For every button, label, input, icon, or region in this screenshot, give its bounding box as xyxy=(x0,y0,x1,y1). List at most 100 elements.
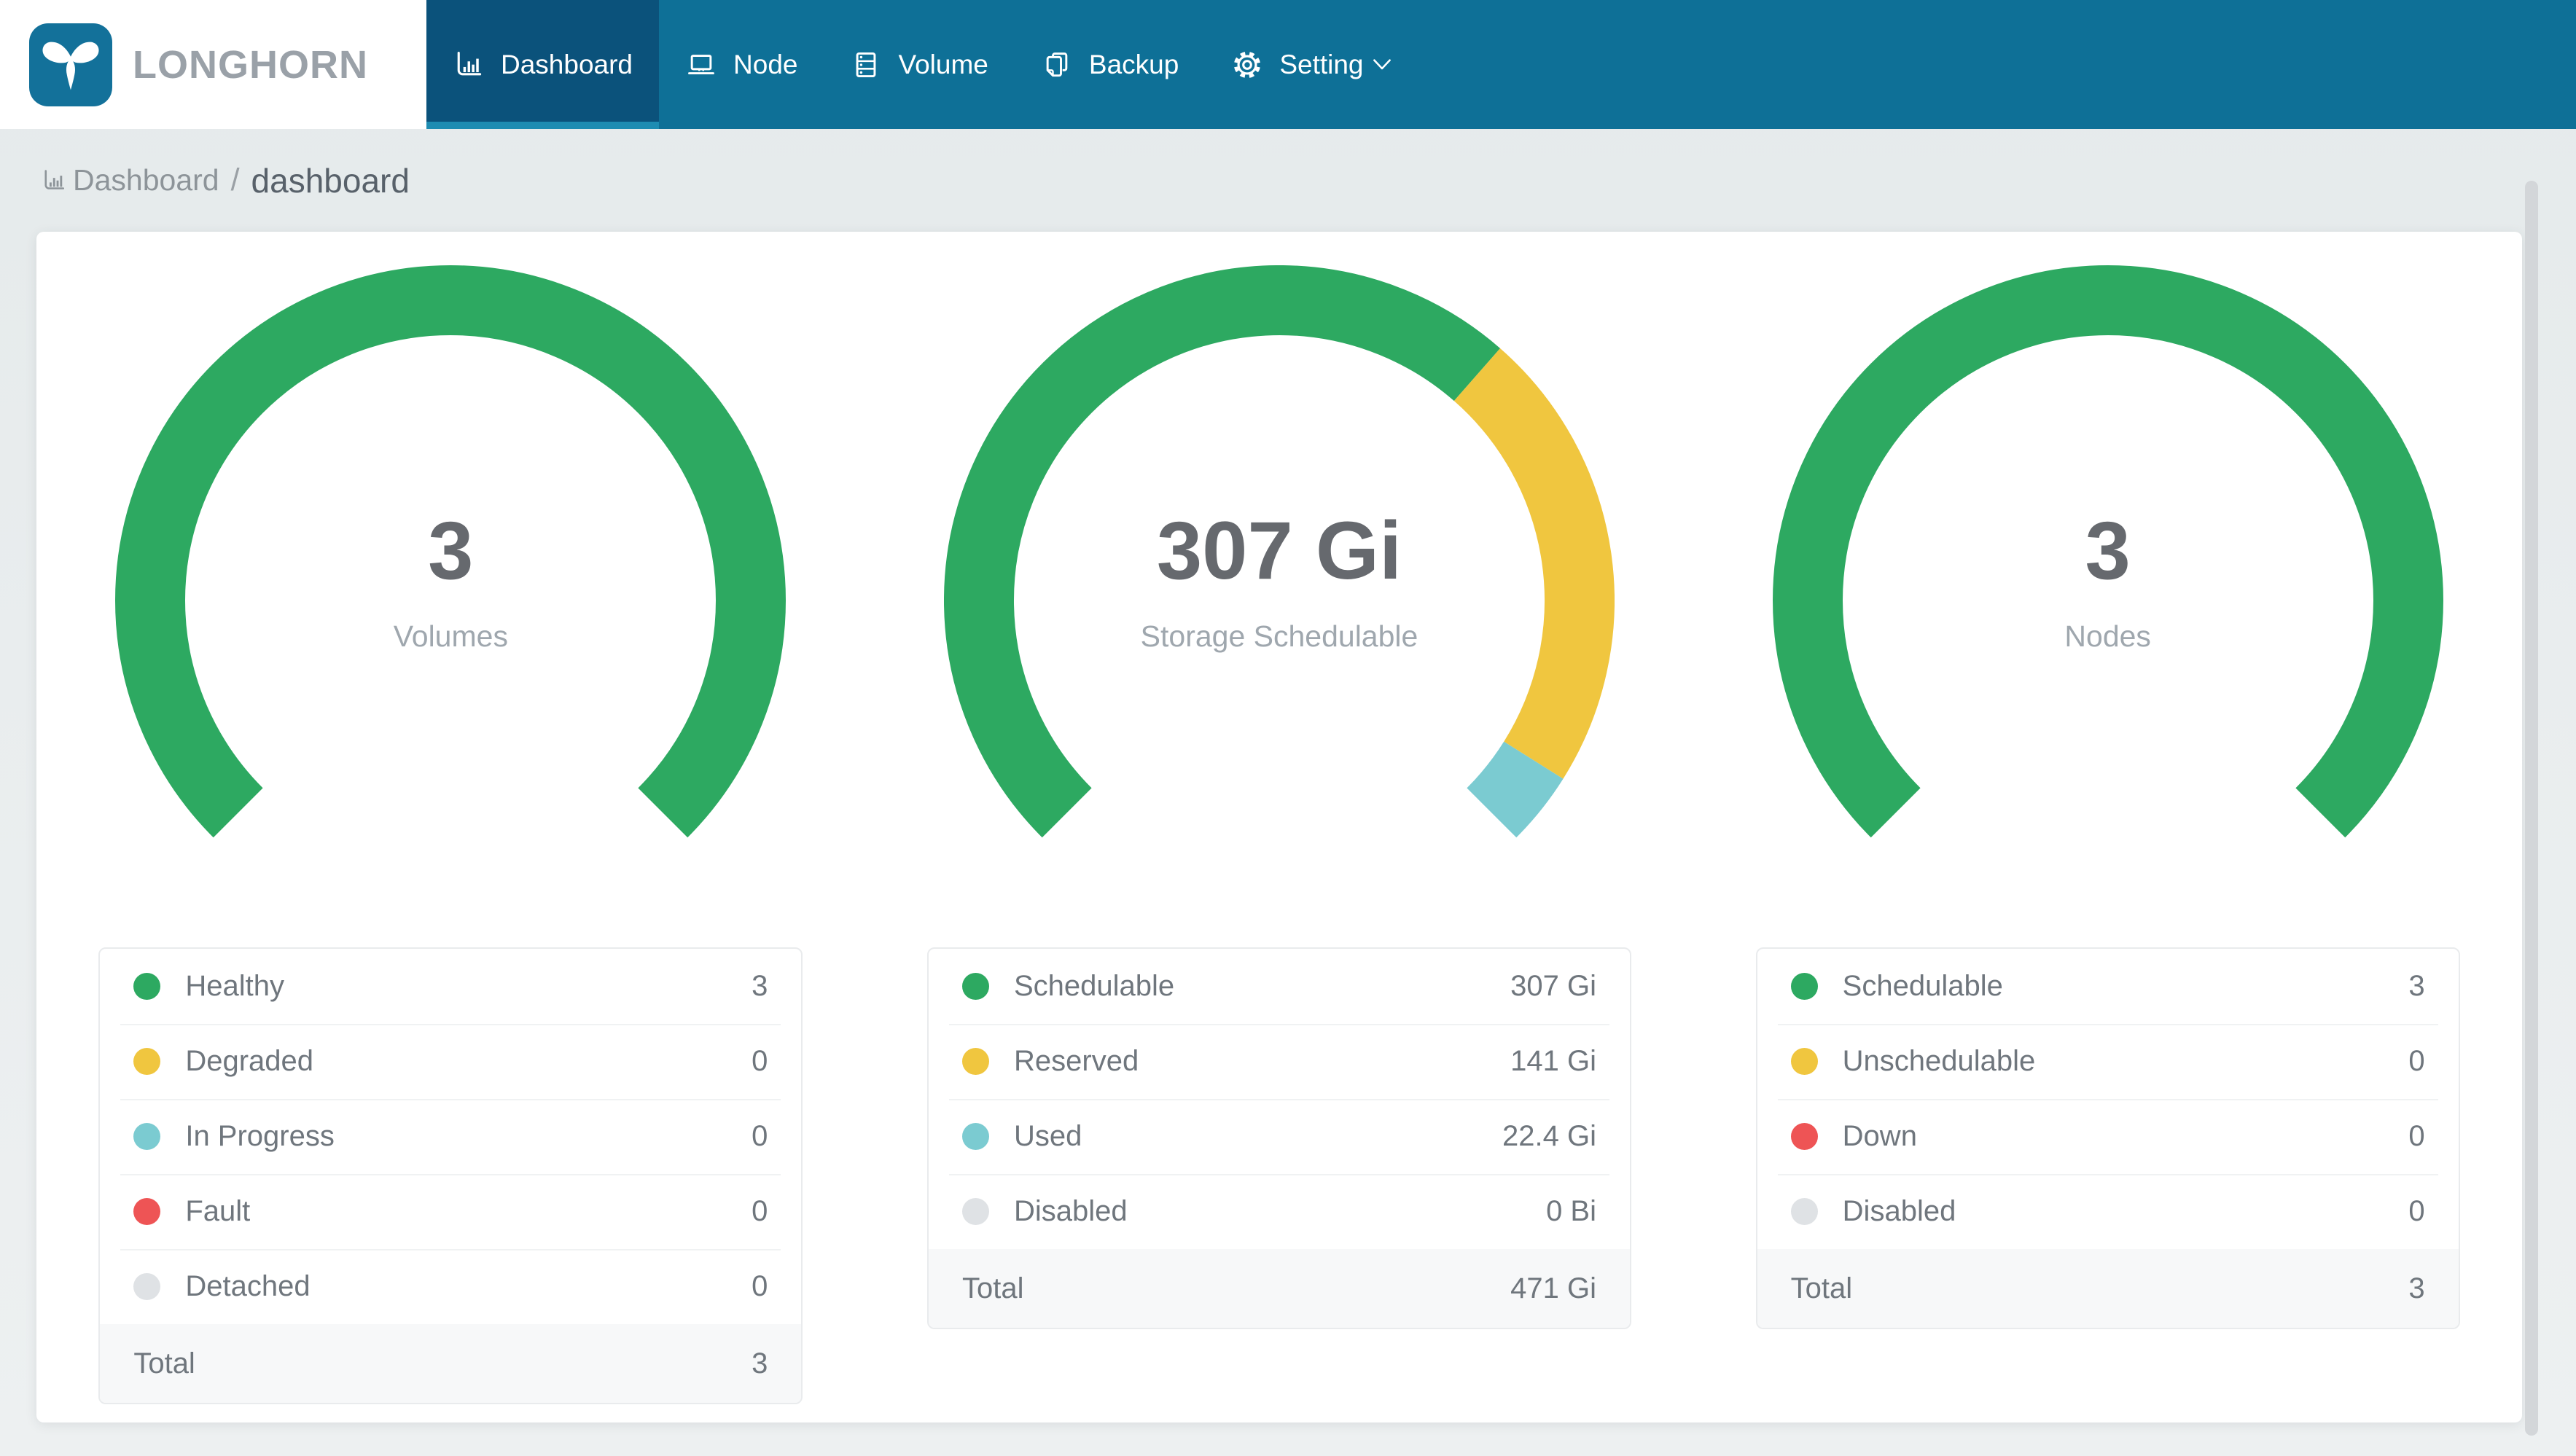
legend-total-row: Total 3 xyxy=(1757,1249,2459,1328)
longhorn-bull-icon xyxy=(42,42,99,90)
nav-item-node[interactable]: Node xyxy=(659,0,824,129)
legend-label: Degraded xyxy=(185,1045,314,1077)
legend-color-dot xyxy=(133,1123,161,1150)
legend-color-dot xyxy=(1790,1048,1818,1075)
gauge-arc-svg xyxy=(115,265,787,838)
top-nav: LONGHORN Dashboard Node Volume Backup Se… xyxy=(0,0,2576,129)
legend-label: Detached xyxy=(185,1270,311,1302)
legend-row: Detached 0 xyxy=(100,1249,801,1324)
legend-color-dot xyxy=(1790,1198,1818,1225)
breadcrumb-root-link[interactable]: Dashboard xyxy=(73,163,219,197)
legend-label: Down xyxy=(1842,1120,1917,1152)
legend-row: Reserved 141 Gi xyxy=(929,1024,1630,1099)
nav-item-label: Setting xyxy=(1279,49,1364,79)
volumes-legend-table: Healthy 3 Degraded 0 In Progress 0 Fault 0 Detac… xyxy=(98,947,803,1404)
legend-label: In Progress xyxy=(185,1120,335,1152)
nav-item-label: Node xyxy=(733,49,798,79)
copy-icon xyxy=(1046,52,1068,77)
nav-item-dashboard[interactable]: Dashboard xyxy=(426,0,660,129)
legend-total-row: Total 3 xyxy=(100,1324,802,1403)
legend-label: Unschedulable xyxy=(1842,1045,2036,1077)
legend-row: Degraded 0 xyxy=(100,1024,801,1099)
storage-legend-table: Schedulable 307 Gi Reserved 141 Gi Used 22.4 … xyxy=(927,947,1631,1329)
nav-item-backup[interactable]: Backup xyxy=(1015,0,1205,129)
gauge-arc-svg xyxy=(944,265,1615,838)
legend-total-value: 471 Gi xyxy=(1510,1272,1596,1304)
legend-total-label: Total xyxy=(1790,1272,1853,1304)
legend-value: 0 xyxy=(2408,1045,2425,1077)
legend-color-dot xyxy=(962,973,989,1000)
legend-value: 0 Bi xyxy=(1546,1195,1596,1227)
chevron-down-icon xyxy=(1373,58,1391,69)
legend-color-dot xyxy=(1790,973,1818,1000)
volumes-column: 3 Volumes Healthy 3 Degraded 0 In Progress 0 F… xyxy=(36,265,865,1422)
legend-row: Used 22.4 Gi xyxy=(929,1099,1630,1174)
legend-total-label: Total xyxy=(133,1347,195,1379)
brand[interactable]: LONGHORN xyxy=(0,0,426,129)
breadcrumb: Dashboard / dashboard xyxy=(0,129,2576,232)
legend-color-dot xyxy=(962,1048,989,1075)
gauge-segment-reserved xyxy=(1453,348,1615,779)
scrollbar-thumb[interactable] xyxy=(2525,181,2538,1436)
legend-total-row: Total 471 Gi xyxy=(929,1249,1630,1328)
storage-donut-gauge: 307 Gi Storage Schedulable xyxy=(944,265,1615,936)
legend-label: Healthy xyxy=(185,970,284,1002)
database-icon xyxy=(856,52,876,77)
legend-row: Fault 0 xyxy=(100,1174,801,1249)
legend-row: Schedulable 307 Gi xyxy=(929,949,1630,1024)
legend-row: Healthy 3 xyxy=(100,949,801,1024)
gear-icon xyxy=(1234,51,1261,78)
legend-value: 141 Gi xyxy=(1510,1045,1596,1077)
legend-value: 0 xyxy=(752,1195,768,1227)
legend-row: In Progress 0 xyxy=(100,1099,801,1174)
gauge-segment-schedulable xyxy=(944,265,1501,838)
legend-color-dot xyxy=(133,973,161,1000)
legend-color-dot xyxy=(962,1198,989,1225)
legend-row: Disabled 0 Bi xyxy=(929,1174,1630,1249)
gauge-segment-used xyxy=(1466,740,1564,838)
nodes-donut-gauge: 3 Nodes xyxy=(1772,265,2443,936)
legend-value: 307 Gi xyxy=(1510,970,1596,1002)
volumes-donut-gauge: 3 Volumes xyxy=(115,265,787,936)
legend-value: 0 xyxy=(2408,1120,2425,1152)
breadcrumb-separator: / xyxy=(230,163,240,197)
gauge-segment-healthy xyxy=(115,265,787,838)
dashboard-card: 3 Volumes Healthy 3 Degraded 0 In Progress 0 F… xyxy=(36,232,2522,1422)
nodes-column: 3 Nodes Schedulable 3 Unschedulable 0 Down 0 D… xyxy=(1693,265,2522,1422)
legend-color-dot xyxy=(133,1048,161,1075)
legend-value: 3 xyxy=(2408,970,2425,1002)
legend-value: 0 xyxy=(752,1045,768,1077)
legend-color-dot xyxy=(133,1198,161,1225)
legend-label: Schedulable xyxy=(1842,970,2003,1002)
longhorn-logo xyxy=(29,23,112,106)
legend-value: 0 xyxy=(2408,1195,2425,1227)
legend-row: Schedulable 3 xyxy=(1757,949,2459,1024)
legend-label: Disabled xyxy=(1842,1195,1956,1227)
gauge-arc-svg xyxy=(1772,265,2443,838)
storage-column: 307 Gi Storage Schedulable Schedulable 30… xyxy=(865,265,1694,1422)
legend-color-dot xyxy=(962,1123,989,1150)
brand-name: LONGHORN xyxy=(133,42,368,87)
legend-row: Down 0 xyxy=(1757,1099,2459,1174)
legend-color-dot xyxy=(133,1273,161,1300)
legend-value: 0 xyxy=(752,1120,768,1152)
legend-value: 3 xyxy=(752,970,768,1002)
legend-label: Used xyxy=(1014,1120,1082,1152)
nav-item-setting[interactable]: Setting xyxy=(1205,0,1420,129)
nav-item-label: Volume xyxy=(898,49,988,79)
nav-item-volume[interactable]: Volume xyxy=(824,0,1014,129)
legend-total-value: 3 xyxy=(2408,1272,2425,1304)
legend-row: Disabled 0 xyxy=(1757,1174,2459,1249)
nav-item-label: Dashboard xyxy=(501,49,633,79)
bar-chart-icon xyxy=(457,51,482,75)
breadcrumb-current: dashboard xyxy=(251,161,410,200)
legend-total-label: Total xyxy=(962,1272,1024,1304)
laptop-icon xyxy=(688,54,714,74)
legend-label: Schedulable xyxy=(1014,970,1175,1002)
legend-label: Reserved xyxy=(1014,1045,1139,1077)
legend-total-value: 3 xyxy=(752,1347,768,1379)
nodes-legend-table: Schedulable 3 Unschedulable 0 Down 0 Disabled 0… xyxy=(1755,947,2460,1329)
legend-color-dot xyxy=(1790,1123,1818,1150)
nav-item-label: Backup xyxy=(1088,49,1179,79)
legend-label: Fault xyxy=(185,1195,251,1227)
